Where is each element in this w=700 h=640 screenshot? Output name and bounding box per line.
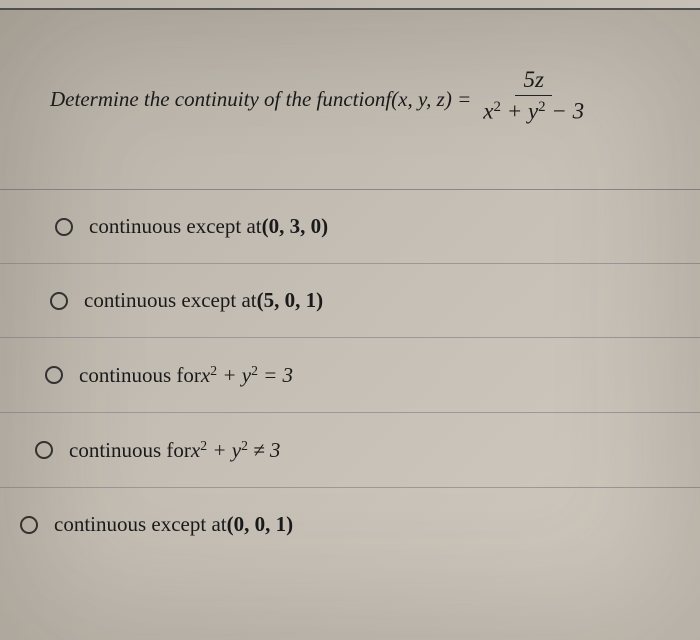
option-5[interactable]: continuous except at (0, 0, 1)	[0, 488, 700, 561]
radio-icon[interactable]	[45, 366, 63, 384]
option-1[interactable]: continuous except at (0, 3, 0)	[0, 190, 700, 264]
option-2[interactable]: continuous except at (5, 0, 1)	[0, 264, 700, 338]
option-label: continuous except at (0, 0, 1)	[54, 512, 293, 537]
question-text: Determine the continuity of the function…	[50, 71, 588, 129]
options-list: continuous except at (0, 3, 0) continuou…	[0, 190, 700, 561]
fraction-numerator: 5z	[515, 67, 551, 96]
option-3[interactable]: continuous for x2 + y2 = 3	[0, 338, 700, 413]
option-4[interactable]: continuous for x2 + y2 ≠ 3	[0, 413, 700, 488]
question-area: Determine the continuity of the function…	[0, 10, 700, 190]
question-prompt: Determine the continuity of the function	[50, 87, 385, 112]
radio-icon[interactable]	[50, 292, 68, 310]
radio-icon[interactable]	[35, 441, 53, 459]
option-label: continuous for x2 + y2 ≠ 3	[69, 437, 280, 463]
function-fraction: 5z x2 + y2 − 3	[479, 67, 588, 125]
option-label: continuous for x2 + y2 = 3	[79, 362, 293, 388]
radio-icon[interactable]	[20, 516, 38, 534]
function-lhs: f(x, y, z) =	[385, 87, 471, 112]
quiz-page: Determine the continuity of the function…	[0, 8, 700, 640]
option-label: continuous except at (5, 0, 1)	[84, 288, 323, 313]
option-label: continuous except at (0, 3, 0)	[89, 214, 328, 239]
fraction-denominator: x2 + y2 − 3	[479, 96, 588, 125]
radio-icon[interactable]	[55, 218, 73, 236]
